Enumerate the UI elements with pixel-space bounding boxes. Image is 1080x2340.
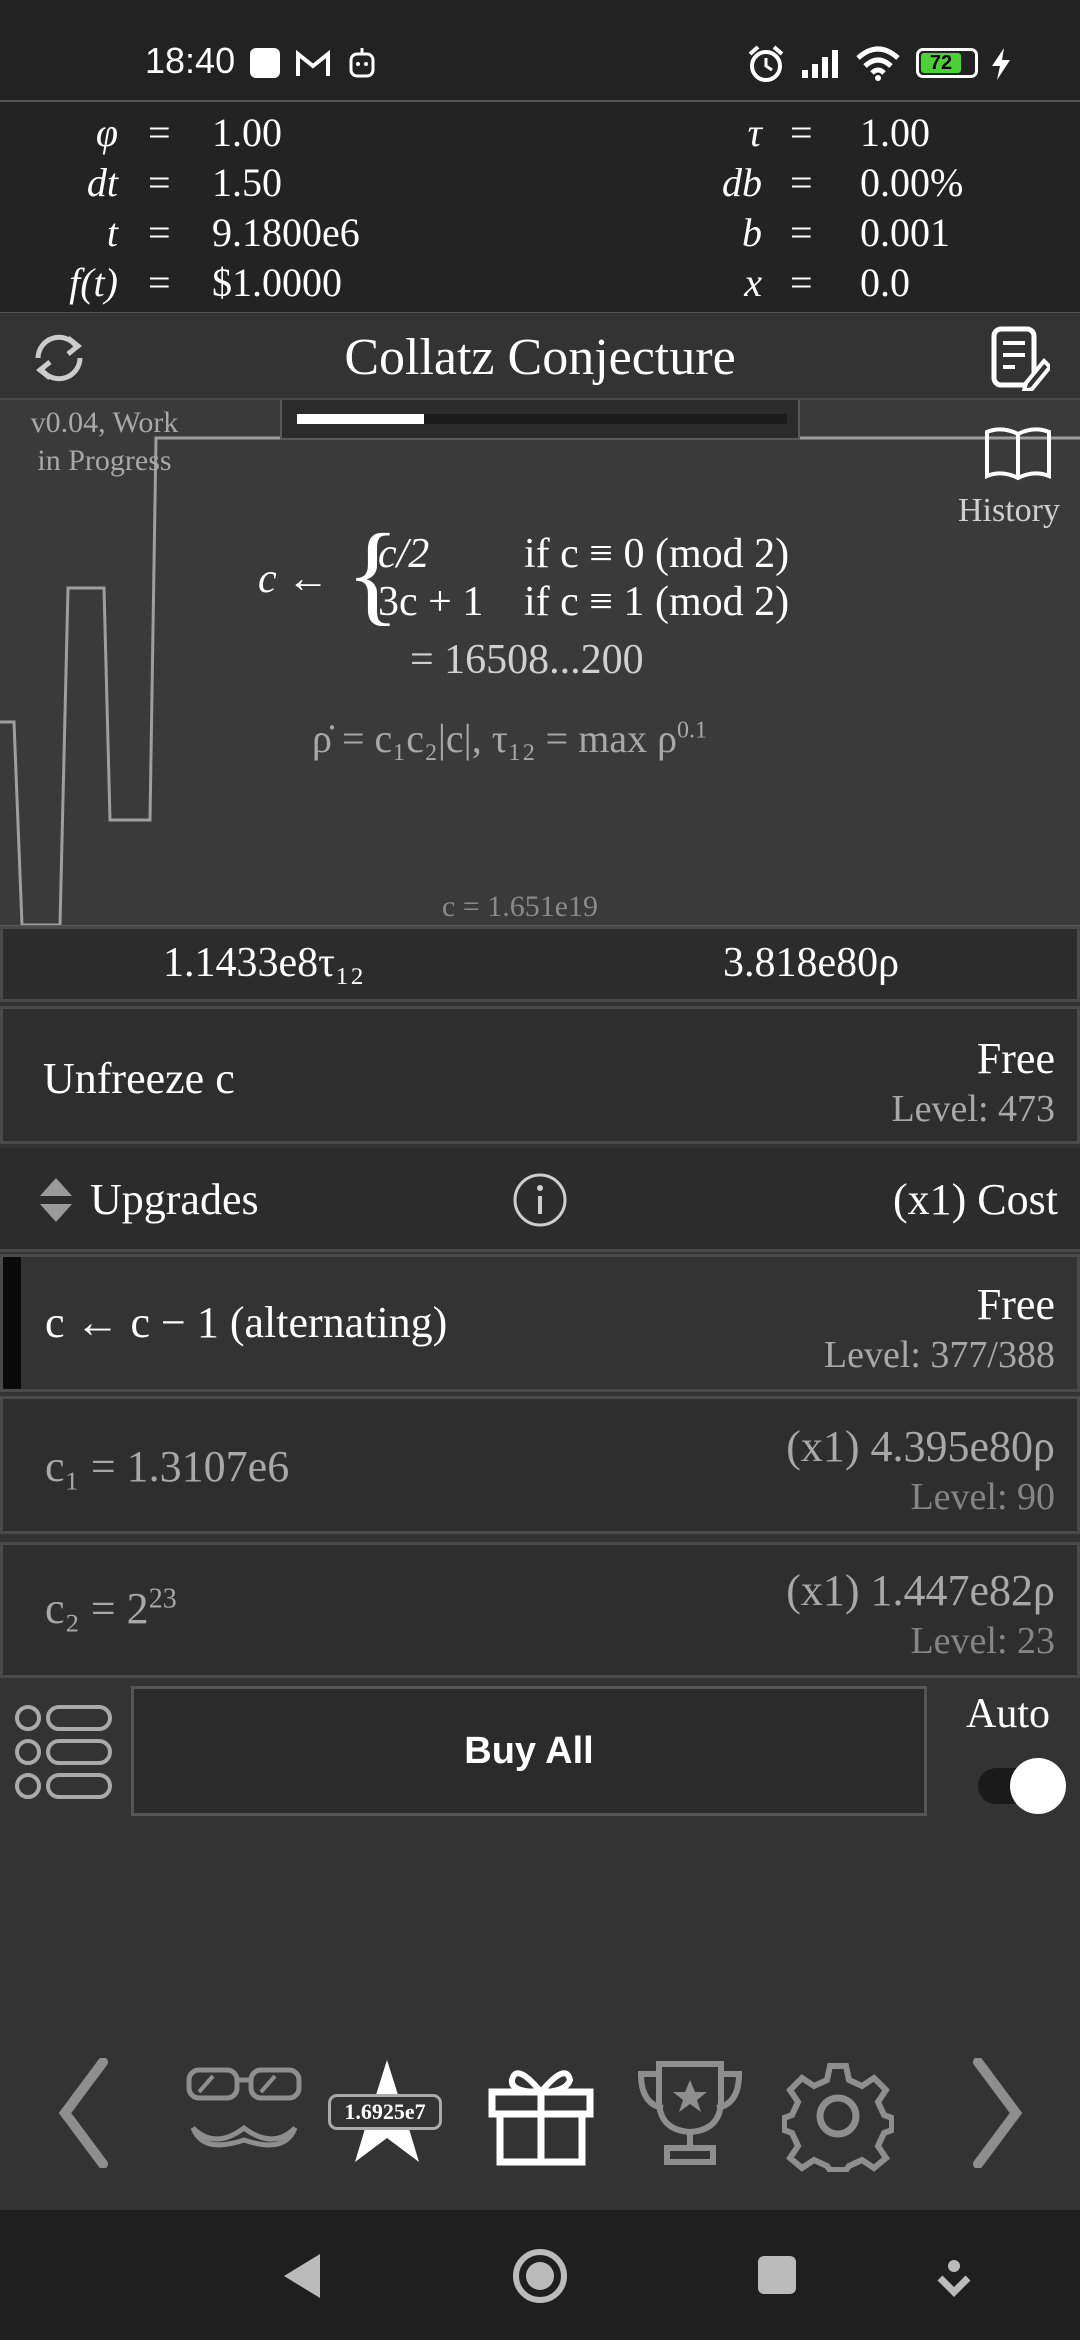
unfreeze-price: Free <box>976 1034 1055 1083</box>
tau-value: 1.1433e8τ₁₂ <box>163 940 365 986</box>
stat-b: b = 0.001 <box>742 210 950 255</box>
trophy-icon[interactable] <box>635 2060 745 2168</box>
list-menu-icon[interactable] <box>12 1700 116 1804</box>
wifi-icon <box>856 46 900 81</box>
rho-value: 3.818e80ρ <box>723 940 900 986</box>
keyboard-hide-icon[interactable] <box>936 2258 972 2298</box>
refresh-icon[interactable] <box>28 328 90 386</box>
toggle-knob <box>1010 1758 1066 1814</box>
status-time: 18:40 <box>145 40 236 81</box>
zalo-icon <box>250 48 280 78</box>
next-arrow-icon[interactable] <box>970 2058 1026 2168</box>
gmail-icon <box>296 50 330 76</box>
stat-x: x = 0.0 <box>744 260 910 305</box>
stat-phi: φ = 1.00 <box>95 110 282 155</box>
notes-icon[interactable] <box>990 325 1050 391</box>
info-icon[interactable] <box>512 1172 568 1228</box>
system-nav-bar <box>0 2210 1080 2340</box>
battery-level: 72 <box>929 52 953 74</box>
auto-toggle[interactable] <box>978 1758 1066 1814</box>
upgrade-label: c₂ = 223 <box>45 1583 177 1633</box>
charging-icon <box>992 48 1010 80</box>
sort-icon[interactable] <box>38 1176 74 1224</box>
stars-button[interactable]: 1.6925e7 <box>325 2058 449 2170</box>
unfreeze-button[interactable]: Unfreeze c Free Level: 473 <box>0 1006 1080 1144</box>
formula-case1-expr: c/2 <box>378 531 430 577</box>
progress-track <box>297 414 787 424</box>
upgrade-level: Level: 377/388 <box>823 1334 1055 1376</box>
history-button[interactable] <box>982 424 1054 486</box>
progress-frame <box>280 400 800 440</box>
formula-case1-cond: if c ≡ 0 (mod 2) <box>524 531 790 577</box>
upgrade-price: (x1) 4.395e80ρ <box>786 1422 1055 1471</box>
disguise-icon[interactable] <box>185 2066 303 2160</box>
unfreeze-label: Unfreeze c <box>43 1054 235 1103</box>
prev-arrow-icon[interactable] <box>55 2058 111 2168</box>
upgrade-row-decrement[interactable]: c ← c − 1 (alternating) Free Level: 377/… <box>0 1254 1080 1392</box>
upgrade-price: Free <box>976 1280 1055 1329</box>
c-digits: = 16508...200 <box>410 637 644 683</box>
formula-case2-expr: 3c + 1 <box>378 579 484 625</box>
upgrade-price: (x1) 1.447e82ρ <box>786 1566 1055 1615</box>
c-value: c = 1.651e19 <box>442 890 599 923</box>
book-icon[interactable] <box>982 424 1054 484</box>
gift-icon[interactable] <box>486 2062 596 2166</box>
theory-title: Collatz Conjecture <box>344 329 736 386</box>
alarm-icon <box>748 45 784 82</box>
stat-tau: τ = 1.00 <box>747 110 930 155</box>
version-label: v0.04, Work in Progress <box>30 406 179 477</box>
auto-label: Auto <box>966 1691 1050 1737</box>
upgrades-label: Upgrades <box>90 1175 259 1224</box>
currency-bar: 1.1433e8τ₁₂ 3.818e80ρ <box>0 926 1080 1002</box>
upgrade-label: c ← c − 1 (alternating) <box>45 1298 448 1347</box>
formula-case2-cond: if c ≡ 1 (mod 2) <box>524 579 790 625</box>
upgrade-label: c₁ = 1.3107e6 <box>45 1442 290 1491</box>
signal-icon <box>802 50 838 78</box>
graph-area: v0.04, Work in Progress History c ← { c/… <box>0 398 1080 928</box>
settings-gear-icon[interactable] <box>782 2060 894 2172</box>
home-icon[interactable] <box>512 2248 568 2304</box>
upgrades-header: Upgrades (x1) Cost <box>0 1148 1080 1252</box>
upgrade-row-c1[interactable]: c₁ = 1.3107e6 (x1) 4.395e80ρ Level: 90 <box>0 1396 1080 1534</box>
status-bar: 18:40 72 <box>0 0 1080 100</box>
stat-dt: dt = 1.50 <box>86 160 282 205</box>
progress-fill <box>297 414 425 424</box>
upgrade-level: Level: 90 <box>910 1476 1055 1518</box>
battery-icon: 72 <box>916 48 978 78</box>
theory-header: Collatz Conjecture <box>0 313 1080 398</box>
upgrade-level: Level: 23 <box>910 1620 1055 1662</box>
cost-label: (x1) Cost <box>893 1175 1058 1224</box>
history-label[interactable]: History <box>958 492 1060 530</box>
stat-db: db = 0.00% <box>722 160 964 205</box>
recents-icon[interactable] <box>756 2254 798 2296</box>
buy-all-button[interactable]: Buy All <box>131 1686 927 1816</box>
stats-right: τ = 1.00 db = 0.00% b = 0.001 x = 0.0 <box>540 108 1080 308</box>
stats-left: φ = 1.00 dt = 1.50 t = 9.1800e6 f(t) = $… <box>0 108 520 308</box>
stat-ft: f(t) = $1.0000 <box>69 260 342 305</box>
stat-t: t = 9.1800e6 <box>106 210 360 255</box>
stats-panel: φ = 1.00 dt = 1.50 t = 9.1800e6 f(t) = $… <box>0 100 1080 315</box>
unfreeze-level: Level: 473 <box>891 1088 1055 1130</box>
bot-icon <box>349 48 375 78</box>
formula-lhs: c ← <box>258 556 330 602</box>
upgrade-row-c2[interactable]: c₂ = 223 (x1) 1.447e82ρ Level: 23 <box>0 1542 1080 1678</box>
rho-formula: ρ̇ = c₁c₂|c|, τ₁₂ = max ρ0.1 <box>312 716 708 761</box>
stars-count: 1.6925e7 <box>328 2094 442 2130</box>
upgrade-selected-indicator <box>3 1257 21 1389</box>
back-icon[interactable] <box>282 2252 324 2300</box>
